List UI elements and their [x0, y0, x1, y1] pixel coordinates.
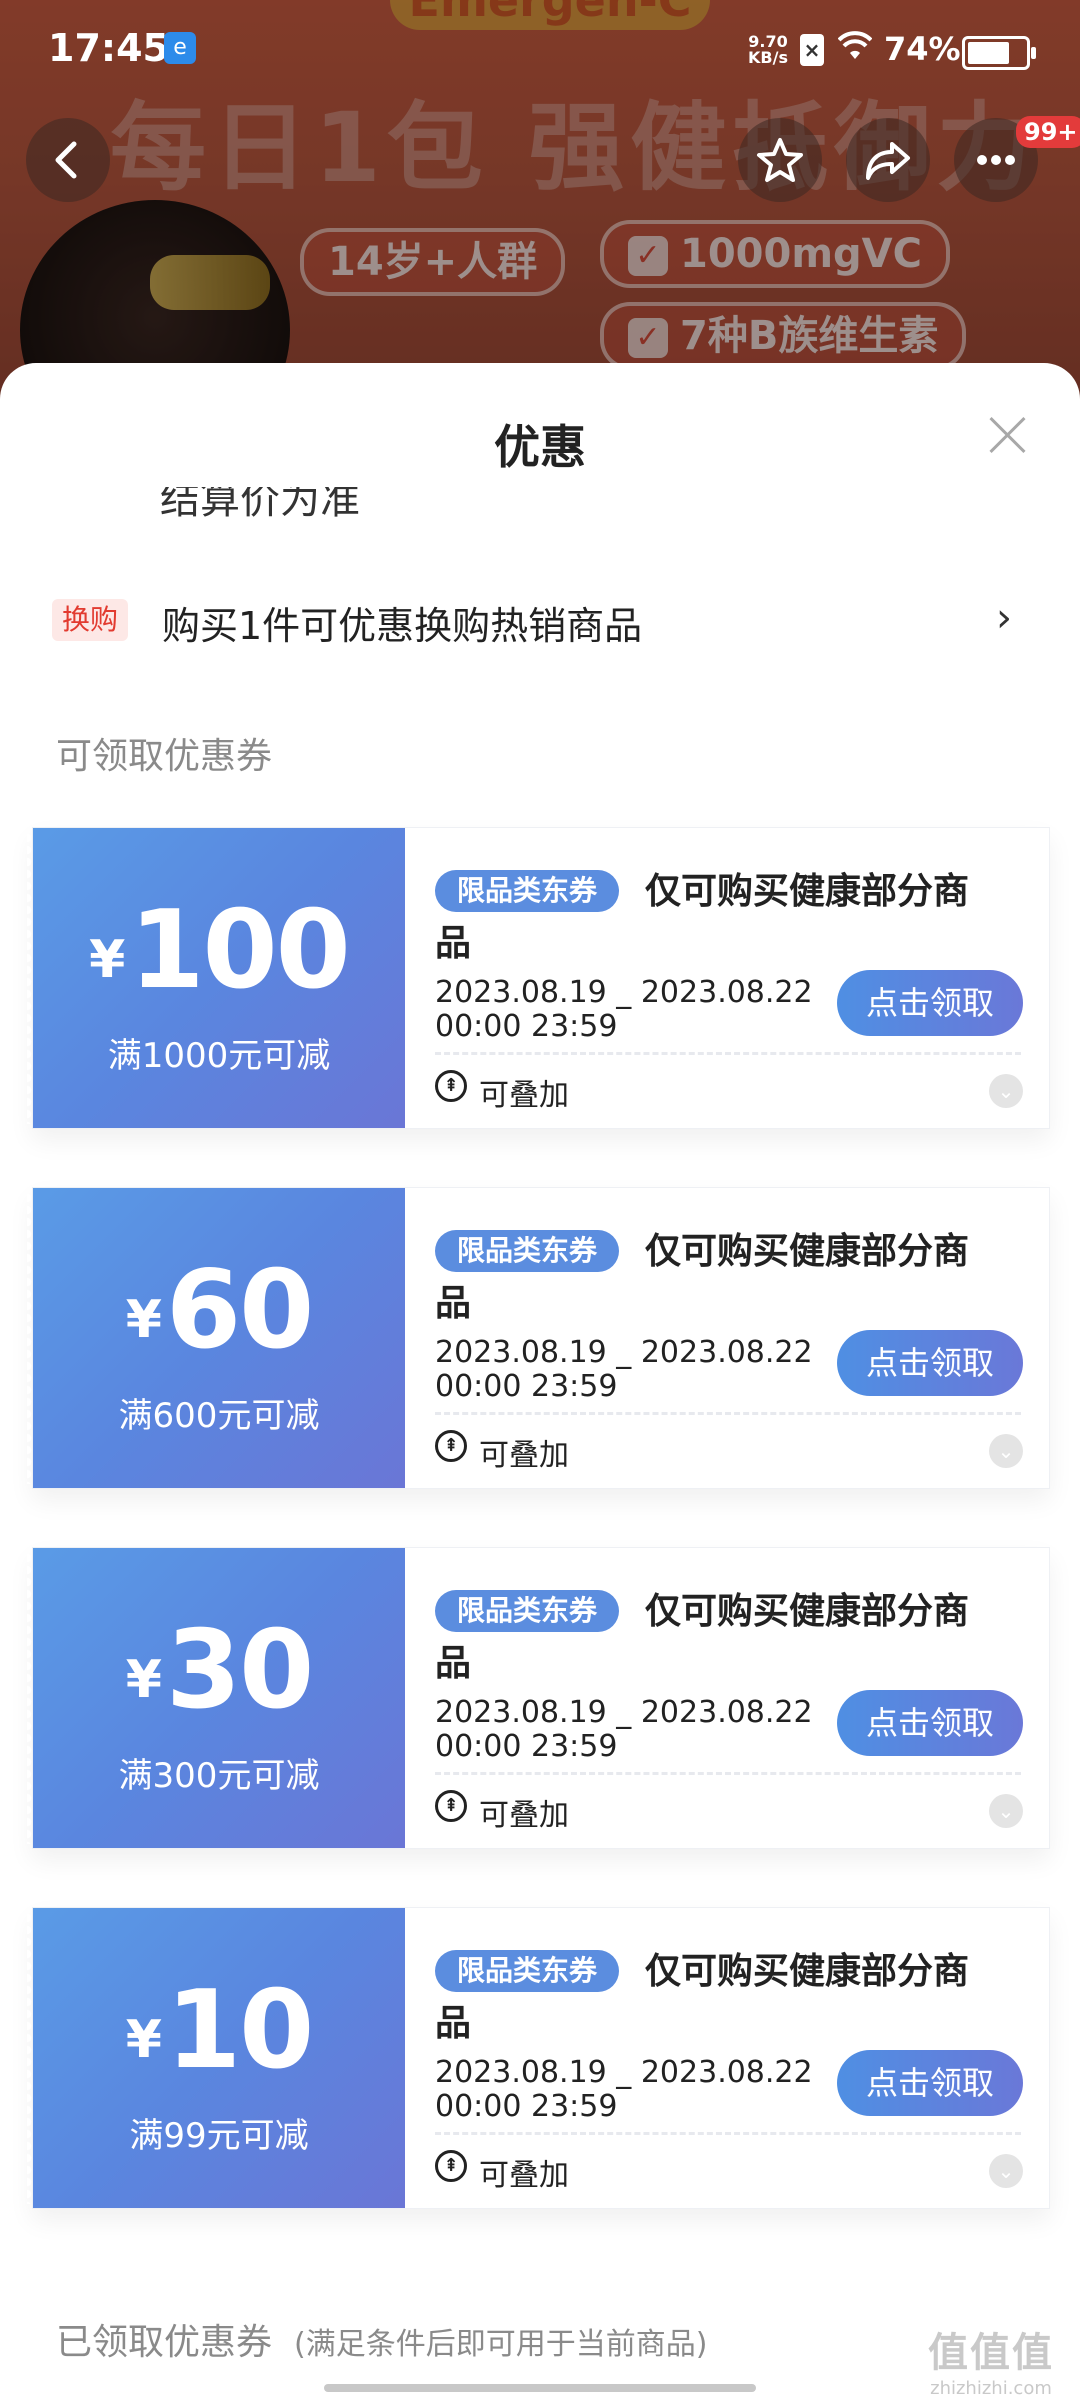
coupon-category-tag: 限品类东券	[435, 870, 620, 912]
coupon-amount: ¥60	[33, 1248, 405, 1373]
coupon-value-panel: ¥100 满1000元可减	[27, 828, 405, 1128]
coupon-time-range: 00:00 23:59	[435, 1729, 618, 1764]
stackable-icon: ⇞	[435, 2150, 467, 2182]
coupon-validity: 2023.08.19 _ 2023.08.22 00:00 23:59	[435, 2056, 813, 2124]
sheet-title: 优惠	[494, 420, 586, 474]
status-time: 17:45	[48, 26, 169, 70]
coupon-date-range: 2023.08.19 _ 2023.08.22	[435, 2055, 813, 2090]
chevron-left-icon	[55, 141, 77, 179]
coupon-card: ¥10 满99元可减 仅可购买健康部分商品 限品类东券 2023.08.19 _…	[27, 1907, 1050, 2209]
coupon-condition: 满1000元可减	[107, 1036, 331, 1076]
back-button[interactable]	[26, 118, 110, 202]
coupon-amount-value: 30	[165, 1608, 314, 1733]
close-icon[interactable]	[986, 413, 1030, 457]
expand-chevron-icon[interactable]: ⌄	[989, 1434, 1023, 1468]
coupon-card: ¥30 满300元可减 仅可购买健康部分商品 限品类东券 2023.08.19 …	[27, 1547, 1050, 1849]
currency-symbol: ¥	[125, 1290, 162, 1350]
swap-tag: 换购	[52, 599, 129, 641]
coupon-value-panel: ¥10 满99元可减	[27, 1908, 405, 2208]
coupon-amount-value: 60	[165, 1248, 314, 1373]
network-speed: 9.70 KB/s	[748, 34, 788, 66]
share-icon	[866, 142, 910, 180]
status-bar: 17:45 e 9.70 KB/s × 74%	[0, 0, 1080, 100]
coupon-validity: 2023.08.19 _ 2023.08.22 00:00 23:59	[435, 1696, 813, 1764]
coupon-time-range: 00:00 23:59	[435, 2089, 618, 2124]
battery-level	[968, 42, 1010, 64]
currency-symbol: ¥	[125, 2010, 162, 2070]
stackable-label: 可叠加	[479, 1798, 569, 1833]
star-icon	[757, 138, 803, 182]
coupon-info-panel: 仅可购买健康部分商品 限品类东券 2023.08.19 _ 2023.08.22…	[405, 1188, 1049, 1488]
coupon-validity: 2023.08.19 _ 2023.08.22 00:00 23:59	[435, 976, 813, 1044]
coupon-condition: 满600元可减	[118, 1396, 320, 1436]
claim-coupon-button[interactable]: 点击领取	[837, 970, 1023, 1036]
coupon-divider	[435, 1052, 1021, 1055]
sim-off-icon: ×	[800, 34, 824, 66]
clipped-text-label: 结算价为准	[160, 487, 360, 517]
claim-coupon-button[interactable]: 点击领取	[837, 2050, 1023, 2116]
claimed-coupons-note: (满足条件后即可用于当前商品)	[294, 2327, 708, 2362]
coupon-validity: 2023.08.19 _ 2023.08.22 00:00 23:59	[435, 1336, 813, 1404]
app-notification-icon: e	[164, 32, 196, 64]
chevron-right-icon: ›	[996, 595, 1012, 641]
expand-chevron-icon[interactable]: ⌄	[989, 2154, 1023, 2188]
coupon-value-panel: ¥60 满600元可减	[27, 1188, 405, 1488]
stackable-label: 可叠加	[479, 1438, 569, 1473]
currency-symbol: ¥	[125, 1650, 162, 1710]
expand-chevron-icon[interactable]: ⌄	[989, 1794, 1023, 1828]
coupon-divider	[435, 1772, 1021, 1775]
watermark-logo: 值值值	[928, 2330, 1054, 2376]
share-button[interactable]	[846, 118, 930, 202]
coupon-amount: ¥10	[33, 1968, 405, 2093]
stackable-icon: ⇞	[435, 1430, 467, 1462]
coupon-category-tag: 限品类东券	[435, 1950, 620, 1992]
coupon-amount-value: 100	[129, 888, 350, 1013]
coupon-card: ¥60 满600元可减 仅可购买健康部分商品 限品类东券 2023.08.19 …	[27, 1187, 1050, 1489]
expand-chevron-icon[interactable]: ⌄	[989, 1074, 1023, 1108]
swap-text: 购买1件可优惠换购热销商品	[162, 604, 643, 648]
clipped-text: 结算价为准	[160, 487, 360, 517]
home-indicator[interactable]	[324, 2384, 756, 2392]
coupon-info-panel: 仅可购买健康部分商品 限品类东券 2023.08.19 _ 2023.08.22…	[405, 1908, 1049, 2208]
claimed-coupons-heading: 已领取优惠券 (满足条件后即可用于当前商品)	[56, 2313, 707, 2365]
coupon-date-range: 2023.08.19 _ 2023.08.22	[435, 975, 813, 1010]
coupon-condition: 满99元可减	[129, 2116, 309, 2156]
watermark-url: zhizhizhi.com	[930, 2378, 1052, 2399]
coupon-divider	[435, 1412, 1021, 1415]
favorite-button[interactable]	[738, 118, 822, 202]
coupon-category-tag: 限品类东券	[435, 1230, 620, 1272]
coupon-card: ¥100 满1000元可减 仅可购买健康部分商品 限品类东券 2023.08.1…	[27, 827, 1050, 1129]
coupon-date-range: 2023.08.19 _ 2023.08.22	[435, 1695, 813, 1730]
battery-icon	[962, 36, 1036, 70]
coupon-time-range: 00:00 23:59	[435, 1009, 618, 1044]
coupon-divider	[435, 2132, 1021, 2135]
discount-sheet: 优惠 结算价为准 换购 购买1件可优惠换购热销商品 › 可领取优惠券 ¥100 …	[0, 363, 1080, 2400]
coupon-time-range: 00:00 23:59	[435, 1369, 618, 1404]
stackable-label: 可叠加	[479, 1078, 569, 1113]
stackable-label: 可叠加	[479, 2158, 569, 2193]
coupon-amount: ¥30	[33, 1608, 405, 1733]
coupon-amount: ¥100	[33, 888, 405, 1013]
claim-coupon-button[interactable]: 点击领取	[837, 1330, 1023, 1396]
coupon-value-panel: ¥30 满300元可减	[27, 1548, 405, 1848]
available-coupons-heading: 可领取优惠券	[56, 736, 273, 777]
network-speed-unit: KB/s	[748, 48, 788, 67]
claimed-coupons-title: 已领取优惠券	[56, 2322, 273, 2363]
coupon-category-tag: 限品类东券	[435, 1590, 620, 1632]
coupon-date-range: 2023.08.19 _ 2023.08.22	[435, 1335, 813, 1370]
coupon-amount-value: 10	[165, 1968, 314, 2093]
battery-percent: 74%	[884, 30, 961, 68]
stackable-icon: ⇞	[435, 1790, 467, 1822]
coupon-info-panel: 仅可购买健康部分商品 限品类东券 2023.08.19 _ 2023.08.22…	[405, 1548, 1049, 1848]
currency-symbol: ¥	[89, 930, 126, 990]
coupon-info-panel: 仅可购买健康部分商品 限品类东券 2023.08.19 _ 2023.08.22…	[405, 828, 1049, 1128]
watermark: 值值值 zhizhizhi.com	[928, 2320, 1054, 2399]
wifi-icon	[837, 30, 873, 70]
swap-offer-row[interactable]: 换购 购买1件可优惠换购热销商品 ›	[0, 573, 1080, 673]
notification-badge: 99+	[1016, 116, 1080, 148]
coupon-condition: 满300元可减	[118, 1756, 320, 1796]
claim-coupon-button[interactable]: 点击领取	[837, 1690, 1023, 1756]
stackable-icon: ⇞	[435, 1070, 467, 1102]
